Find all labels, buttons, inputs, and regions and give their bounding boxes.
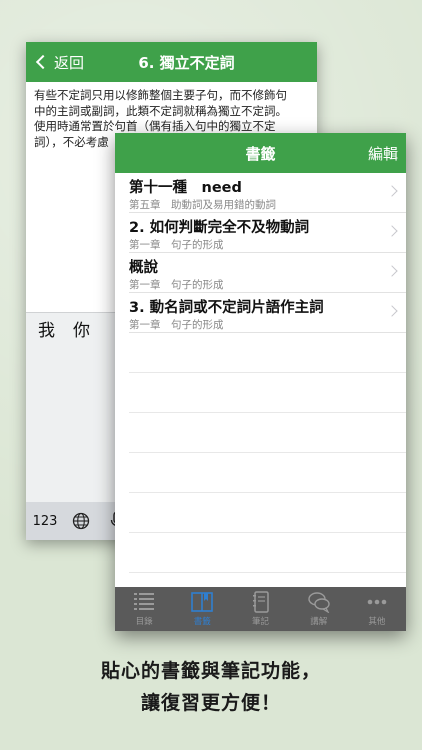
chat-bubbles-icon [308,592,330,613]
notebook-icon [252,591,269,613]
empty-row [129,493,406,533]
empty-row [129,413,406,453]
bookmarks-nav-bar: 書籤 編輯 [115,133,406,173]
bookmark-title: 2. 如何判斷完全不及物動詞 [129,220,310,236]
empty-row [129,373,406,413]
tab-notes[interactable]: 筆記 [231,587,289,631]
caption-line-1: 貼心的書籤與筆記功能， [100,660,321,682]
bookmark-list: 第十一種 need 第五章 助動詞及易用錯的動詞 2. 如何判斷完全不及物動詞 … [115,173,406,573]
empty-row [129,533,406,573]
bookmark-title: 3. 動名詞或不定詞片語作主詞 [129,300,324,316]
chevron-right-icon [386,225,398,237]
chevron-right-icon [386,185,398,197]
bookmark-chapter: 第一章 句子的形成 [129,279,224,291]
bookmarks-title: 書籤 [245,144,276,163]
bookmark-row[interactable]: 2. 如何判斷完全不及物動詞 第一章 句子的形成 [129,213,406,253]
tab-more[interactable]: 其他 [348,587,406,631]
tab-explanations[interactable]: 講解 [290,587,348,631]
back-button[interactable]: 返回 [26,42,84,82]
empty-row [129,333,406,373]
article-nav-bar: 返回 6. 獨立不定詞 [26,42,317,82]
chevron-left-icon [35,54,51,70]
bookmark-chapter: 第一章 句子的形成 [129,239,224,251]
edit-button[interactable]: 編輯 [368,133,398,173]
chevron-right-icon [386,305,398,317]
bookmark-row[interactable]: 概說 第一章 句子的形成 [129,253,406,293]
tab-label: 書籤 [193,617,211,627]
bookmark-title: 第十一種 need [129,180,242,196]
tab-label: 目錄 [135,617,153,627]
article-line: 中的主詞或副詞，此類不定詞就稱為獨立不定詞。 [34,103,287,118]
chevron-right-icon [386,265,398,277]
more-icon [367,599,387,605]
caption-line-2: 讓復習更方便！ [140,692,281,714]
empty-row [129,453,406,493]
suggestion-word[interactable]: 你 [73,316,90,341]
back-button-label: 返回 [54,53,85,72]
bookmark-title: 概說 [129,260,158,276]
bookmark-chapter: 第一章 句子的形成 [129,319,224,331]
numbers-key-label: 123 [32,513,58,529]
tab-bar: 目錄 書籤 筆記 講解 其他 [115,587,406,631]
bookmark-row[interactable]: 第十一種 need 第五章 助動詞及易用錯的動詞 [129,173,406,213]
bookmarks-screen: 書籤 編輯 第十一種 need 第五章 助動詞及易用錯的動詞 2. 如何判斷完全… [115,133,406,631]
article-line: 有些不定詞只用以修飾整個主要子句，而不修飾句 [34,88,287,102]
tab-label: 其他 [368,617,386,627]
bookmark-row[interactable]: 3. 動名詞或不定詞片語作主詞 第一章 句子的形成 [129,293,406,333]
tab-label: 講解 [310,617,328,627]
suggestion-word[interactable]: 我 [38,316,55,341]
numbers-key[interactable]: 123 [30,507,60,535]
tab-label: 筆記 [252,617,270,627]
tab-bookmarks[interactable]: 書籤 [173,587,231,631]
tab-contents[interactable]: 目錄 [115,587,173,631]
globe-key[interactable] [66,507,96,535]
globe-icon [72,512,90,530]
book-icon [191,592,214,612]
bookmark-chapter: 第五章 助動詞及易用錯的動詞 [129,199,276,211]
list-icon [134,593,155,610]
